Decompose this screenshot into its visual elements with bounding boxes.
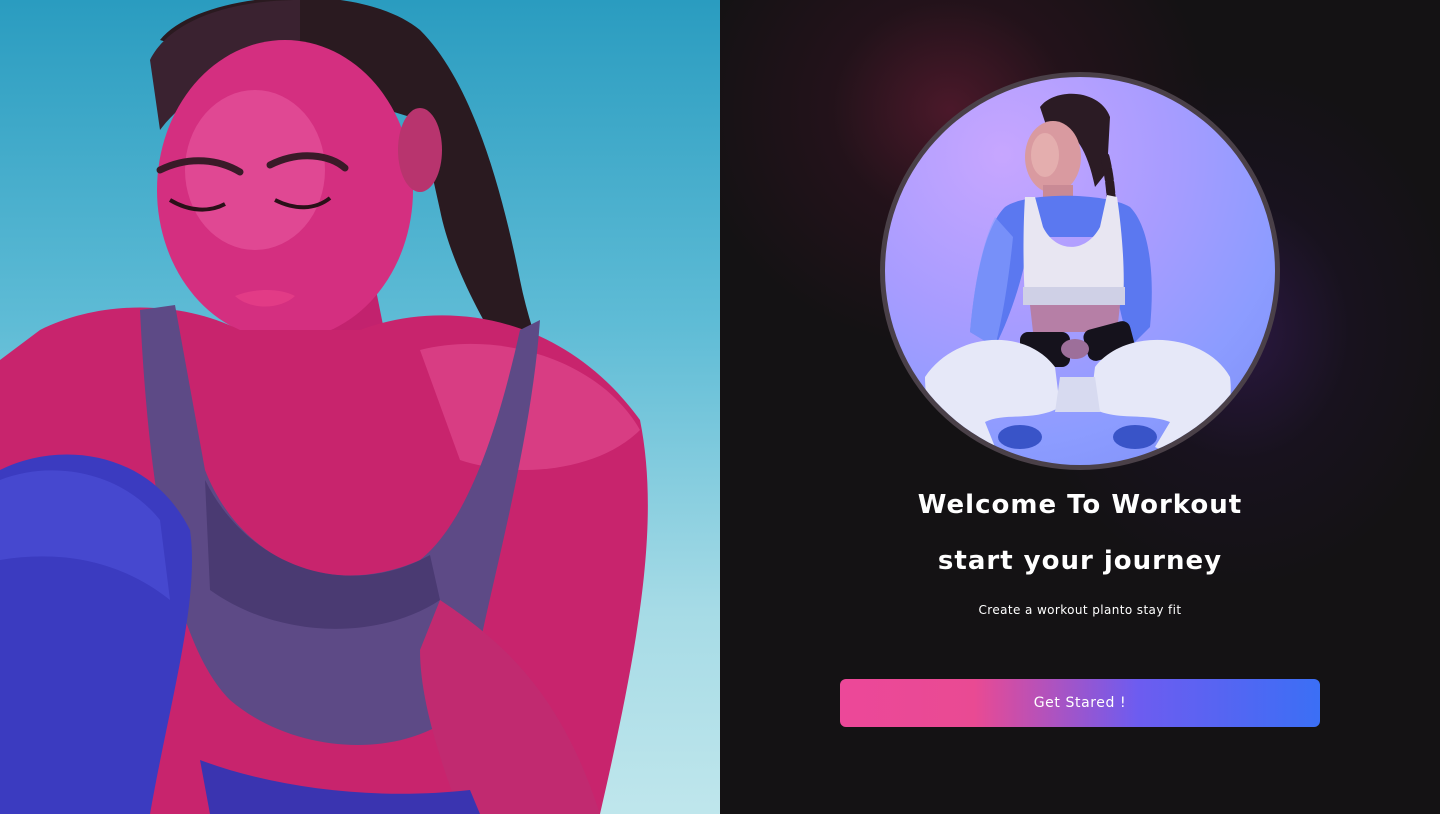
- athlete-photo-icon: [925, 93, 1231, 462]
- avatar: [880, 72, 1280, 470]
- journey-heading: start your journey: [937, 546, 1223, 576]
- page-title: Welcome To Workout: [917, 490, 1243, 520]
- person-photo-icon: [0, 0, 648, 814]
- subtitle: Create a workout planto stay fit: [978, 603, 1182, 617]
- onboarding-panel: Welcome To Workout start your journey Cr…: [720, 0, 1440, 814]
- hero-image: [0, 0, 720, 814]
- get-started-button[interactable]: Get Stared !: [840, 679, 1320, 727]
